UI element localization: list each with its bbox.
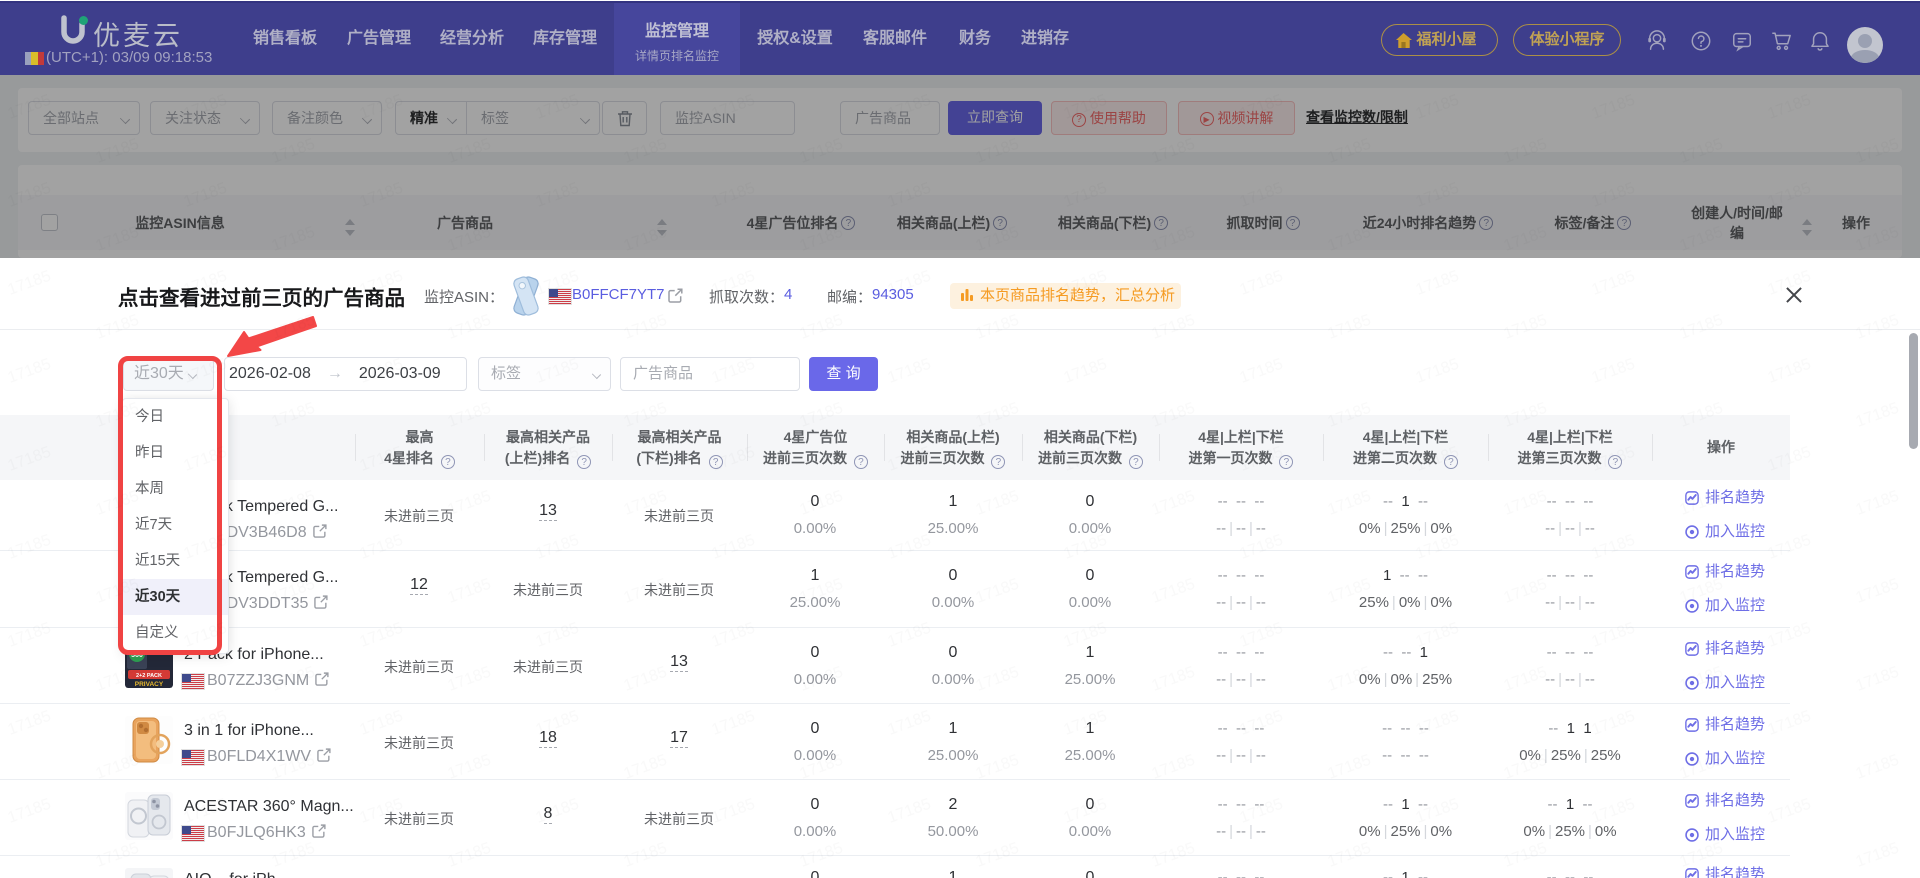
svg-text:PRIVACY: PRIVACY bbox=[135, 681, 164, 688]
svg-text:2+2 PACK: 2+2 PACK bbox=[136, 673, 162, 679]
